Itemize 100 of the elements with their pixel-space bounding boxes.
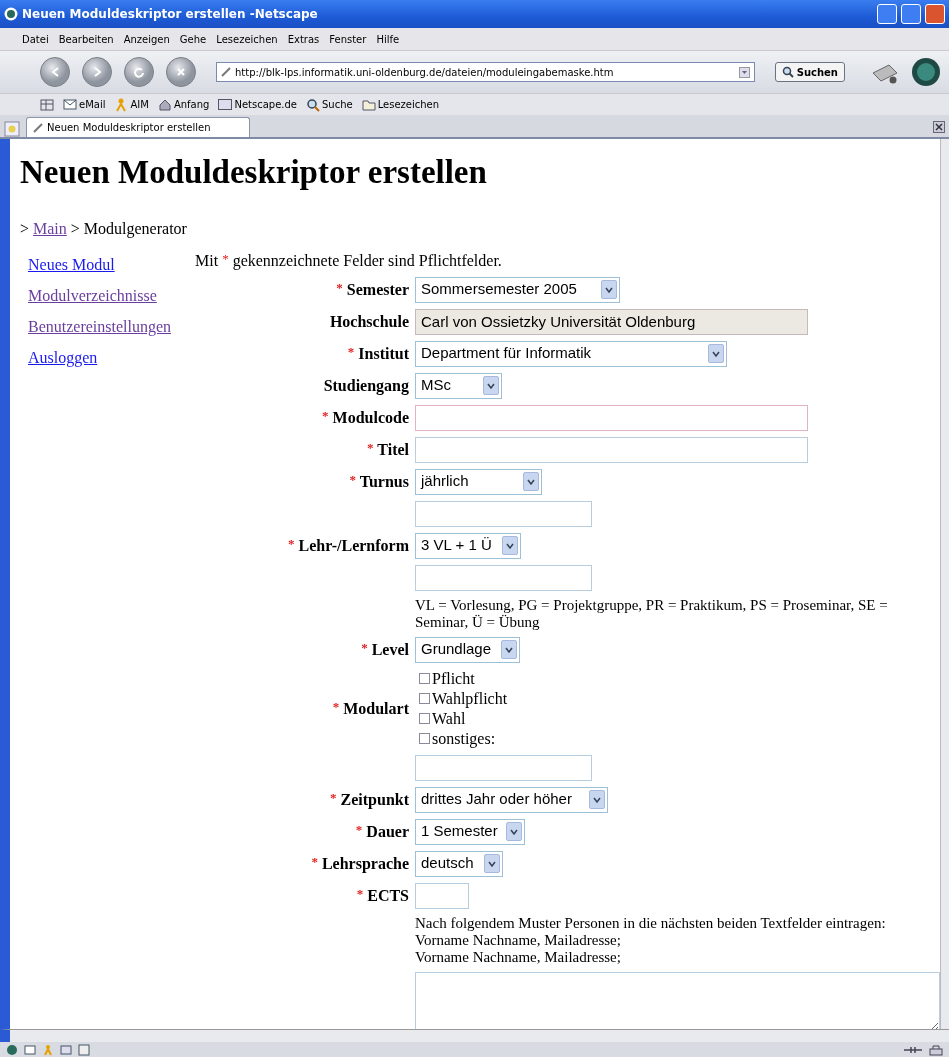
dropdown[interactable]: Sommersemester 2005 — [415, 276, 620, 303]
bookmark-link[interactable]: AIM — [114, 97, 149, 112]
dropdown[interactable]: deutsch — [415, 850, 503, 877]
breadcrumb-text: > Modulgenerator — [70, 218, 187, 240]
input-field[interactable] — [415, 564, 592, 591]
checkbox-label: sonstiges: — [432, 728, 496, 749]
menu-item[interactable]: Extras — [287, 31, 320, 47]
close-button[interactable] — [925, 4, 945, 24]
forward-button[interactable] — [82, 57, 112, 87]
input-field[interactable] — [415, 754, 592, 781]
help-text: Nach folgendem Muster Personen in die nächsten beiden Textfelder eintragen: — [415, 914, 886, 932]
close-tab-icon[interactable] — [933, 121, 945, 133]
breadcrumb-separator: > — [20, 218, 30, 239]
stop-button[interactable] — [166, 57, 196, 87]
field-label: Hochschule — [329, 312, 409, 330]
horizontal-scrollbar[interactable] — [0, 1029, 949, 1042]
field-label: * Level — [361, 640, 409, 658]
dropdown[interactable]: drittes Jahr oder höher — [415, 786, 608, 813]
bookmark-link[interactable]: Lesezeichen — [361, 97, 440, 112]
field-label: * Semester — [336, 280, 409, 298]
browser-tab[interactable]: Neuen Moduldeskriptor erstellen — [26, 117, 250, 137]
caret-icon — [506, 822, 522, 842]
checkbox[interactable] — [419, 673, 430, 685]
caret-icon — [708, 344, 724, 364]
field-label: Studiengang — [323, 376, 409, 394]
input-field[interactable] — [415, 436, 808, 463]
checkbox-label: Pflicht — [432, 668, 475, 689]
field-label: * Zeitpunkt — [330, 790, 409, 808]
caret-icon — [589, 790, 605, 810]
back-button[interactable] — [40, 57, 70, 87]
bookmark-link[interactable]: Netscape.de — [218, 97, 297, 112]
field-label: * Modulart — [332, 699, 409, 717]
person-icon — [114, 97, 129, 112]
input-field[interactable] — [415, 500, 592, 527]
minimize-button[interactable] — [877, 4, 897, 24]
search-icon — [306, 97, 320, 112]
checkbox[interactable] — [419, 693, 430, 705]
mail-icon[interactable] — [24, 1043, 36, 1056]
checkbox[interactable] — [419, 733, 430, 745]
field-label: * Dauer — [355, 822, 409, 840]
help-text: Vorname Nachname, Mailadresse; — [415, 931, 622, 949]
menu-item[interactable]: Datei — [22, 31, 49, 47]
menu-item[interactable]: Fenster — [329, 31, 367, 47]
dropdown[interactable]: Grundlage — [415, 636, 520, 663]
dropdown[interactable]: Department für Informatik — [415, 340, 727, 367]
dropdown[interactable]: MSc — [415, 372, 502, 399]
security-icon — [929, 1043, 943, 1056]
vertical-scrollbar[interactable] — [940, 139, 949, 1029]
field-label: * Lehrsprache — [311, 854, 409, 872]
required-fields-note: Mit * gekennzeichnete Felder sind Pflichtfelder. — [195, 249, 503, 272]
field-label: * Institut — [347, 344, 409, 362]
help-text: Vorname Nachname, Mailadresse; — [415, 948, 622, 966]
maximize-button[interactable] — [901, 4, 921, 24]
page-heading: Neuen Moduldeskriptor erstellen — [20, 153, 488, 192]
search-button[interactable]: Suchen — [774, 62, 845, 82]
caret-icon — [501, 640, 517, 660]
dropdown[interactable]: 3 VL + 1 Ü — [415, 532, 521, 559]
field-label: * Modulcode — [322, 408, 409, 426]
bookmark-link[interactable]: Anfang — [157, 97, 210, 112]
field-label: * Titel — [367, 440, 409, 458]
toolbar-icon[interactable] — [40, 98, 54, 111]
window-title: Neuen Moduldeskriptor erstellen -Netscape — [22, 6, 319, 23]
sidebar-link[interactable]: Modulverzeichnisse — [28, 283, 195, 308]
dropdown-icon[interactable] — [738, 66, 750, 78]
field-label: * Turnus — [349, 472, 409, 490]
caret-icon — [502, 536, 518, 556]
mail-icon — [63, 97, 77, 112]
menu-item[interactable]: Anzeigen — [123, 31, 170, 47]
input-field[interactable]: Carl von Ossietzky Universität Oldenburg — [415, 308, 808, 335]
menu-item[interactable]: Bearbeiten — [58, 31, 114, 47]
dropdown[interactable]: 1 Semester — [415, 818, 525, 845]
input-field[interactable] — [415, 404, 808, 431]
sidebar-link[interactable]: Neues Modul — [28, 252, 195, 277]
connection-icon — [903, 1044, 923, 1055]
checkbox[interactable] — [419, 713, 430, 725]
menu-item[interactable]: Gehe — [179, 31, 207, 47]
app-icon — [4, 7, 18, 21]
help-text: VL = Vorlesung, PG = Projektgruppe, PR = Praktikum, PS = Proseminar, SE = Seminar, Ü = Übung — [415, 596, 889, 631]
bookmark-link[interactable]: Suche — [306, 97, 353, 112]
folder-icon — [361, 97, 376, 112]
menu-item[interactable]: Hilfe — [376, 31, 400, 47]
address-field[interactable]: http://blk-lps.informatik.uni-oldenburg.de/dateien/moduleingabemaske.htm — [216, 62, 755, 82]
checkbox-label: Wahl — [432, 708, 466, 729]
new-tab-icon[interactable] — [4, 121, 20, 137]
search-icon — [781, 66, 794, 78]
sidebar-link[interactable]: Benutzereinstellungen — [28, 314, 195, 339]
sidebar-link[interactable]: Ausloggen — [28, 345, 195, 370]
dropdown[interactable]: jährlich — [415, 468, 542, 495]
reload-button[interactable] — [124, 57, 154, 87]
caret-icon — [523, 472, 539, 492]
field-label: * ECTS — [356, 886, 409, 904]
breadcrumb-link[interactable]: Main — [33, 216, 67, 241]
house-icon — [157, 97, 172, 112]
caret-icon — [484, 854, 500, 874]
input-field[interactable] — [415, 882, 469, 909]
menu-item[interactable]: Lesezeichen — [216, 31, 278, 47]
bookmark-link[interactable]: eMail — [63, 97, 106, 112]
caret-icon — [601, 280, 617, 300]
logo-icon[interactable] — [6, 1043, 18, 1056]
field-label: * Lehr-/Lernform — [288, 536, 409, 554]
